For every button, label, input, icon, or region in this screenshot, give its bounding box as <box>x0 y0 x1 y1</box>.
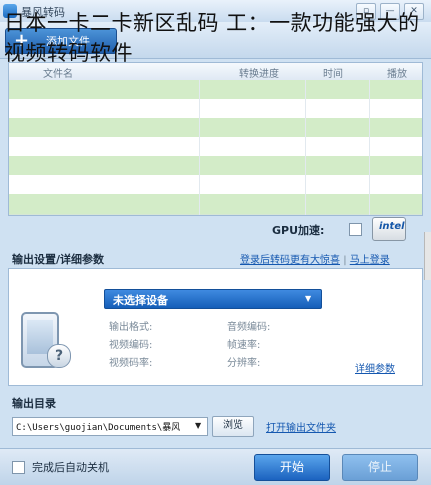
audio-codec-label: 音频编码: <box>227 322 271 333</box>
resolution-label: 分辨率: <box>227 358 261 369</box>
video-bitrate-label: 视频码率: <box>109 358 153 369</box>
gpu-acceleration-checkbox[interactable] <box>349 223 362 236</box>
login-hint: 登录后转码更有大惊喜 | 马上登录 <box>240 251 390 266</box>
gpu-acceleration-label: GPU加速: <box>272 224 325 237</box>
table-row[interactable] <box>9 80 422 101</box>
dropdown-arrow-icon: ▼ <box>305 294 312 303</box>
side-scroll-tab[interactable] <box>424 232 431 280</box>
video-codec-label: 视频编码: <box>109 340 153 351</box>
browse-button[interactable]: 浏览 <box>212 416 254 437</box>
auto-shutdown-label: 完成后自动关机 <box>32 461 109 474</box>
table-row[interactable] <box>9 99 422 120</box>
intel-badge-text: intel <box>379 221 405 232</box>
table-row[interactable] <box>9 175 422 196</box>
chevron-down-icon: ▼ <box>195 421 202 430</box>
column-divider <box>369 80 370 215</box>
detail-params-link[interactable]: 详细参数 <box>355 360 395 375</box>
file-list-grid[interactable]: 文件名 转换进度 时间 播放 <box>8 62 423 216</box>
output-settings-panel: ? 未选择设备 ▼ 输出格式: 视频编码: 视频码率: 音频编码: 帧速率: 分… <box>8 268 423 386</box>
device-select-value: 未选择设备 <box>113 294 168 307</box>
device-select[interactable]: 未选择设备 ▼ <box>104 289 322 309</box>
output-settings-title: 输出设置/详细参数 <box>12 253 105 266</box>
stop-button[interactable]: 停止 <box>342 454 418 481</box>
table-row[interactable] <box>9 137 422 158</box>
auto-shutdown-checkbox[interactable] <box>12 461 25 474</box>
frame-rate-label: 帧速率: <box>227 340 261 351</box>
surprise-link[interactable]: 大惊喜 <box>310 255 340 266</box>
overlay-caption: 日本一卡二卡新区乱码 工：一款功能强大的视频转码软件 <box>4 11 420 65</box>
column-divider <box>199 80 200 215</box>
intel-logo: intel <box>372 217 406 241</box>
table-row[interactable] <box>9 156 422 177</box>
open-output-folder-link[interactable]: 打开输出文件夹 <box>266 419 336 434</box>
login-hint-text[interactable]: 登录后转码更有 <box>240 255 310 266</box>
table-row[interactable] <box>9 118 422 139</box>
table-row[interactable] <box>9 194 422 215</box>
output-path-value: C:\Users\guojian\Documents\暴风 <box>16 423 181 433</box>
output-format-label: 输出格式: <box>109 322 153 333</box>
start-button[interactable]: 开始 <box>254 454 330 481</box>
login-now-link[interactable]: 马上登录 <box>350 255 390 266</box>
output-path-select[interactable]: C:\Users\guojian\Documents\暴风 ▼ <box>12 417 208 436</box>
question-icon: ? <box>47 344 71 368</box>
output-dir-title: 输出目录 <box>12 397 56 410</box>
column-divider <box>305 80 306 215</box>
